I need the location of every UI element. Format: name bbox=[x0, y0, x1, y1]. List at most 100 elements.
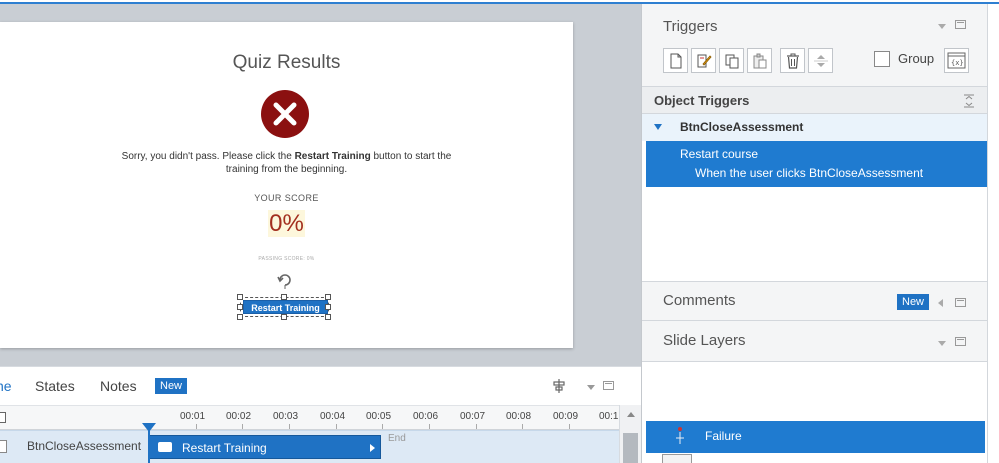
resize-handle-bl[interactable] bbox=[237, 314, 243, 320]
slide-layers-title: Slide Layers bbox=[663, 332, 746, 349]
ruler-tick: 00:05 bbox=[366, 411, 392, 422]
variables-icon: {x} bbox=[947, 52, 966, 69]
slide-layers-header[interactable]: Slide Layers bbox=[642, 322, 999, 362]
passing-score-label[interactable]: PASSING SCORE: 0% bbox=[0, 256, 573, 262]
resize-handle-tr[interactable] bbox=[325, 294, 331, 300]
up-down-arrows-icon bbox=[814, 55, 828, 67]
trash-icon bbox=[787, 53, 799, 69]
layer-item-failure[interactable]: Failure bbox=[646, 421, 985, 453]
timeline-row-name: BtnCloseAssessment bbox=[27, 439, 142, 453]
ruler-tick: 00:07 bbox=[460, 411, 486, 422]
timeline-object-bar[interactable]: Restart Training bbox=[149, 435, 381, 459]
timeline-row-btnclose[interactable]: BtnCloseAssessment Restart Training End bbox=[0, 430, 641, 463]
comments-new-badge: New bbox=[897, 294, 930, 310]
new-trigger-button[interactable] bbox=[663, 48, 688, 73]
ruler-mark bbox=[336, 424, 337, 429]
comments-title: Comments bbox=[663, 292, 736, 309]
ruler-mark bbox=[522, 424, 523, 429]
your-score-label[interactable]: YOUR SCORE bbox=[0, 193, 573, 203]
slide-stage: Quiz Results Sorry, you didn't pass. Ple… bbox=[0, 4, 641, 366]
layer-thumbnail-icon bbox=[664, 424, 696, 448]
triggers-menu-chevron-down-icon[interactable] bbox=[938, 24, 946, 29]
slide-canvas[interactable]: Quiz Results Sorry, you didn't pass. Ple… bbox=[0, 22, 573, 348]
comments-chevron-left-icon[interactable] bbox=[938, 299, 943, 307]
ruler-tick: 00:02 bbox=[226, 411, 252, 422]
timeline-bar-label: Restart Training bbox=[182, 441, 267, 455]
button-object-icon bbox=[158, 442, 172, 452]
ruler-tick: 00:01 bbox=[180, 411, 206, 422]
timeline-ruler[interactable]: 00:01 00:02 00:03 00:04 00:05 00:06 00:0… bbox=[0, 405, 641, 430]
ruler-tick: 00:09 bbox=[553, 411, 579, 422]
notes-new-badge: New bbox=[155, 378, 188, 394]
timeline-panel: ne States Notes New 00:01 00:02 00:03 00… bbox=[0, 366, 641, 463]
scroll-up-arrow-icon[interactable] bbox=[627, 412, 635, 417]
resize-handle-ml[interactable] bbox=[237, 304, 243, 310]
quiz-message[interactable]: Sorry, you didn't pass. Please click the… bbox=[120, 150, 453, 176]
resize-handle-br[interactable] bbox=[325, 314, 331, 320]
resize-handle-tc[interactable] bbox=[281, 294, 287, 300]
playhead-marker[interactable] bbox=[142, 423, 156, 432]
align-center-icon[interactable] bbox=[551, 378, 567, 394]
timeline-restore-icon[interactable] bbox=[603, 381, 614, 390]
score-value[interactable]: 0% bbox=[0, 210, 573, 238]
quiz-results-title[interactable]: Quiz Results bbox=[0, 52, 573, 74]
timeline-tabs: ne States Notes New bbox=[0, 367, 641, 405]
tab-timeline[interactable]: ne bbox=[0, 378, 12, 394]
right-edge-scroll-area bbox=[987, 4, 999, 463]
next-layer-thumbnail[interactable] bbox=[662, 454, 692, 463]
trigger-object-name: BtnCloseAssessment bbox=[680, 120, 804, 134]
triggers-title: Triggers bbox=[663, 18, 718, 35]
playhead-line bbox=[148, 430, 150, 463]
ruler-mark bbox=[289, 424, 290, 429]
row-visibility-checkbox[interactable] bbox=[0, 440, 7, 453]
copy-trigger-button[interactable] bbox=[719, 48, 744, 73]
resize-handle-tl[interactable] bbox=[237, 294, 243, 300]
timeline-end-label: End bbox=[388, 433, 406, 444]
ruler-mark bbox=[382, 424, 383, 429]
comments-header[interactable]: Comments New bbox=[642, 281, 999, 321]
edit-trigger-button[interactable] bbox=[691, 48, 716, 73]
ruler-tick: 00:04 bbox=[320, 411, 346, 422]
ruler-mark bbox=[196, 424, 197, 429]
resize-handle-mr[interactable] bbox=[325, 304, 331, 310]
copy-icon bbox=[725, 54, 739, 69]
trigger-item-restart-course[interactable]: Restart course When the user clicks BtnC… bbox=[646, 141, 987, 187]
tab-notes[interactable]: Notes bbox=[100, 378, 137, 394]
bar-expand-arrow-icon[interactable] bbox=[370, 444, 375, 452]
ruler-tick: 00:08 bbox=[506, 411, 532, 422]
move-trigger-button[interactable] bbox=[808, 48, 833, 73]
ruler-mark bbox=[429, 424, 430, 429]
restart-training-button[interactable]: Restart Training bbox=[243, 300, 328, 314]
slide-layers-chevron-down-icon[interactable] bbox=[938, 341, 946, 346]
timeline-scrollbar[interactable] bbox=[619, 405, 641, 463]
tab-states[interactable]: States bbox=[35, 378, 75, 394]
resize-handle-bc[interactable] bbox=[281, 314, 287, 320]
svg-text:{x}: {x} bbox=[951, 59, 964, 67]
group-label[interactable]: Group bbox=[898, 51, 934, 66]
triggers-restore-icon[interactable] bbox=[955, 20, 966, 29]
ruler-mark bbox=[569, 424, 570, 429]
layer-label: Failure bbox=[705, 429, 742, 443]
variables-button[interactable]: {x} bbox=[944, 48, 969, 73]
expand-arrow-icon[interactable] bbox=[654, 124, 662, 130]
ruler-tick: 00:1 bbox=[599, 411, 619, 422]
edit-icon bbox=[697, 54, 712, 68]
right-side-panel: Triggers Group {x} Object Triggers BtnCl… bbox=[641, 4, 999, 463]
ruler-mark bbox=[242, 424, 243, 429]
fail-x-icon[interactable] bbox=[261, 90, 309, 138]
paste-trigger-button[interactable] bbox=[747, 48, 772, 73]
rotate-handle-icon[interactable] bbox=[276, 271, 294, 289]
ruler-mark bbox=[476, 424, 477, 429]
slide-layers-restore-icon[interactable] bbox=[955, 337, 966, 346]
scroll-thumb[interactable] bbox=[623, 433, 638, 463]
object-triggers-label: Object Triggers bbox=[654, 93, 750, 108]
collapse-all-icon[interactable] bbox=[964, 94, 974, 108]
comments-restore-icon[interactable] bbox=[955, 298, 966, 307]
trigger-action-text: Restart course bbox=[680, 147, 759, 161]
object-triggers-header[interactable]: Object Triggers bbox=[642, 86, 999, 114]
lock-icon[interactable] bbox=[0, 412, 6, 423]
trigger-object-row[interactable]: BtnCloseAssessment bbox=[642, 114, 999, 141]
timeline-menu-chevron-down-icon[interactable] bbox=[587, 385, 595, 390]
delete-trigger-button[interactable] bbox=[780, 48, 805, 73]
group-checkbox[interactable] bbox=[874, 51, 890, 67]
